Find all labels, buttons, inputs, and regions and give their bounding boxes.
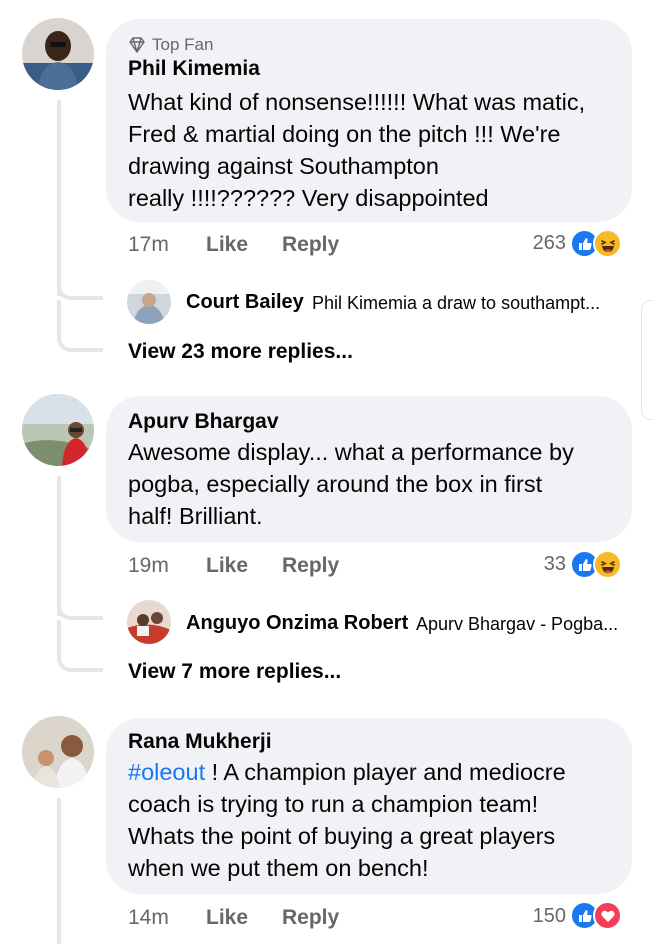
comment-line: half! Brilliant. <box>128 503 263 529</box>
reaction-icons[interactable] <box>570 901 622 930</box>
comment-line: Awesome display... what a performance by <box>128 439 574 465</box>
hashtag-link[interactable]: #oleout <box>128 759 205 785</box>
comment-text: What kind of nonsense!!!!!! What was mat… <box>128 86 585 214</box>
comment-line: Whats the point of buying a great player… <box>128 823 556 849</box>
comment-rana-mukherji: Rana Mukherji #oleout ! A champion playe… <box>0 700 653 944</box>
reply-preview-text[interactable]: Phil Kimemia a draw to southampt... <box>312 293 628 314</box>
comment-text: #oleout ! A champion player and mediocre… <box>128 756 566 884</box>
top-fan-badge: Top Fan <box>128 35 213 55</box>
reply-button[interactable]: Reply <box>282 233 339 257</box>
reaction-icons[interactable] <box>570 229 622 258</box>
reply-button[interactable]: Reply <box>282 554 339 578</box>
comment-timestamp: 14m <box>128 906 169 929</box>
comment-line: when we put them on bench! <box>128 855 429 881</box>
reaction-icons[interactable] <box>570 550 622 579</box>
like-button[interactable]: Like <box>206 906 248 930</box>
comment-author[interactable]: Rana Mukherji <box>128 730 272 754</box>
thread-connector <box>57 600 103 620</box>
comment-line: What kind of nonsense!!!!!! What was mat… <box>128 89 586 115</box>
comment-line-rest: ! A champion player and mediocre <box>205 759 566 785</box>
haha-icon <box>593 229 622 258</box>
reply-button[interactable]: Reply <box>282 906 339 930</box>
badge-label: Top Fan <box>152 35 214 54</box>
comment-timestamp: 17m <box>128 233 169 256</box>
like-button[interactable]: Like <box>206 554 248 578</box>
comment-author[interactable]: Phil Kimemia <box>128 57 260 81</box>
avatar[interactable] <box>22 394 94 466</box>
thread-connector <box>57 620 103 672</box>
thread-line <box>57 798 61 944</box>
comment-timestamp: 19m <box>128 554 169 577</box>
comment-phil-kimemia: Top Fan Phil Kimemia What kind of nonsen… <box>0 0 653 380</box>
reaction-count[interactable]: 33 <box>500 553 566 576</box>
thread-line <box>57 100 61 296</box>
view-more-replies-button[interactable]: View 23 more replies... <box>128 340 353 364</box>
thread-connector <box>57 300 103 352</box>
thread-connector <box>57 280 103 300</box>
comment-author[interactable]: Apurv Bhargav <box>128 410 279 434</box>
reply-avatar[interactable] <box>127 280 171 324</box>
comment-line: drawing against Southampton <box>128 153 439 179</box>
like-button[interactable]: Like <box>206 233 248 257</box>
comment-line: really !!!!?????? Very disappointed <box>128 185 489 211</box>
avatar[interactable] <box>22 716 94 788</box>
comment-text: Awesome display... what a performance by… <box>128 436 574 532</box>
comment-line: #oleout ! A champion player and mediocre <box>128 756 566 788</box>
comment-apurv-bhargav: Apurv Bhargav Awesome display... what a … <box>0 380 653 700</box>
comment-line: pogba, especially around the box in firs… <box>128 471 543 497</box>
avatar[interactable] <box>22 18 94 90</box>
comment-line: Fred & martial doing on the pitch !!! We… <box>128 121 561 147</box>
reply-avatar[interactable] <box>127 600 171 644</box>
thread-line <box>57 476 61 616</box>
haha-icon <box>593 550 622 579</box>
reply-author[interactable]: Anguyo Onzima Robert <box>186 612 408 635</box>
diamond-icon <box>129 37 145 53</box>
reply-author[interactable]: Court Bailey <box>186 291 304 314</box>
reaction-count[interactable]: 263 <box>500 232 566 255</box>
reply-preview-text[interactable]: Apurv Bhargav - Pogba... <box>416 614 628 635</box>
reaction-count[interactable]: 150 <box>500 905 566 928</box>
view-more-replies-button[interactable]: View 7 more replies... <box>128 660 341 684</box>
comment-line: coach is trying to run a champion team! <box>128 791 539 817</box>
love-icon <box>593 901 622 930</box>
